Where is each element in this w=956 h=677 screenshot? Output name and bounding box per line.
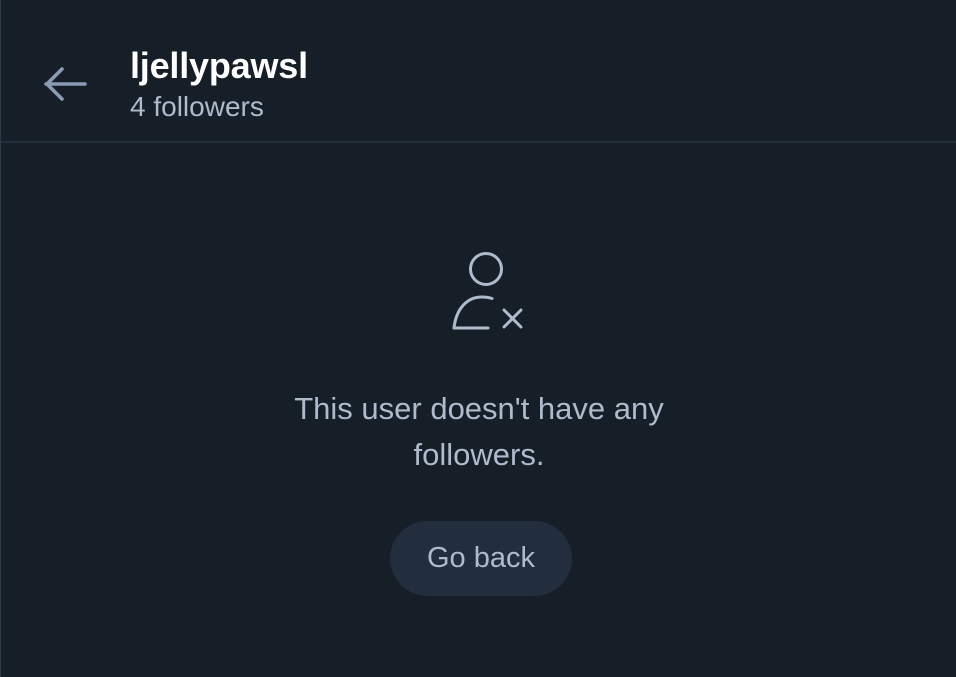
person-x-icon: [452, 252, 523, 330]
follower-count: 4 followers: [130, 91, 264, 122]
empty-state-message: This user doesn't have any followers.: [294, 391, 664, 472]
back-button[interactable]: [39, 58, 93, 110]
followers-page: ljellypawsl 4 followers This user doesn'…: [0, 0, 956, 677]
arrow-left-icon: [44, 67, 87, 101]
page-header: ljellypawsl 4 followers: [1, 0, 956, 143]
go-back-button[interactable]: Go back: [390, 521, 572, 596]
page-title: ljellypawsl: [130, 45, 308, 86]
